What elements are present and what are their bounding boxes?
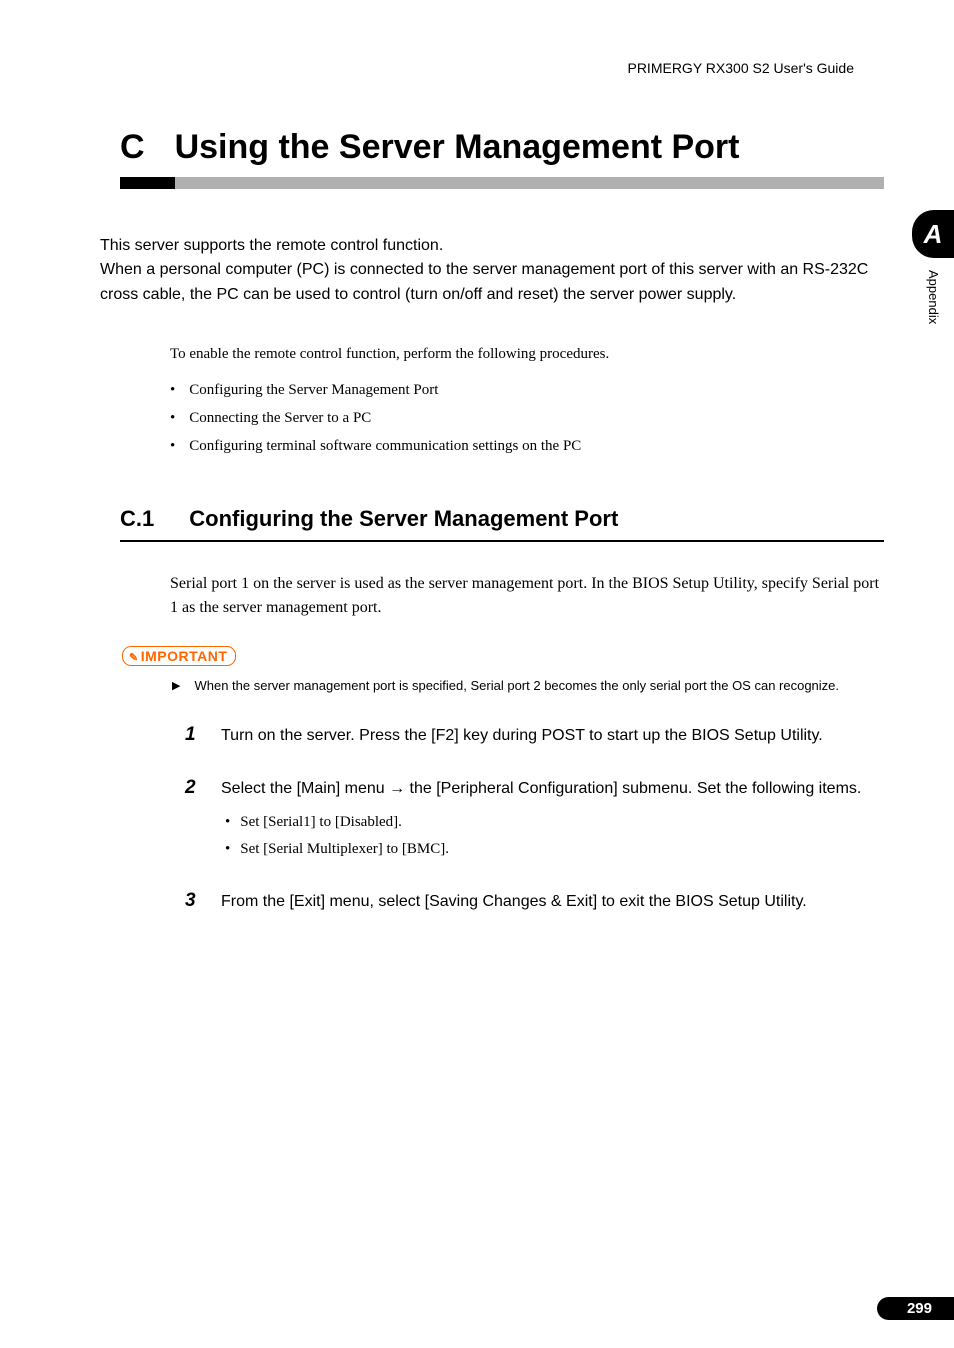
step-3: 3 From the [Exit] menu, select [Saving C… bbox=[185, 890, 884, 915]
page-number: 299 bbox=[877, 1297, 954, 1320]
section-heading: C.1 Configuring the Server Management Po… bbox=[120, 506, 884, 542]
bullet-marker: • bbox=[225, 809, 230, 835]
step-text: Select the [Main] menu → the [Peripheral… bbox=[221, 777, 861, 802]
arrow-icon: ▶ bbox=[172, 678, 180, 696]
bullet-marker: • bbox=[170, 433, 175, 461]
bullet-item: • Connecting the Server to a PC bbox=[170, 405, 884, 433]
step-1: 1 Turn on the server. Press the [F2] key… bbox=[185, 724, 884, 749]
step-number: 3 bbox=[185, 890, 201, 915]
chapter-letter: C bbox=[120, 128, 145, 167]
chapter-title: C Using the Server Management Port bbox=[120, 126, 884, 169]
title-divider bbox=[120, 177, 884, 189]
bullet-marker: • bbox=[170, 405, 175, 433]
sub-bullet-text: Set [Serial Multiplexer] to [BMC]. bbox=[240, 836, 449, 862]
important-label: ✎IMPORTANT bbox=[122, 646, 236, 666]
step-text: Turn on the server. Press the [F2] key d… bbox=[221, 724, 823, 749]
header-guide-title: PRIMERGY RX300 S2 User's Guide bbox=[70, 60, 884, 76]
pencil-icon: ✎ bbox=[129, 652, 139, 664]
bullet-text: Configuring the Server Management Port bbox=[189, 377, 438, 405]
bullet-marker: • bbox=[170, 377, 175, 405]
procedure-intro: To enable the remote control function, p… bbox=[170, 343, 884, 366]
bullet-text: Configuring terminal software communicat… bbox=[189, 433, 581, 461]
step-text: From the [Exit] menu, select [Saving Cha… bbox=[221, 890, 807, 915]
important-text: When the server management port is speci… bbox=[194, 676, 839, 696]
sub-bullet: • Set [Serial1] to [Disabled]. bbox=[225, 809, 884, 835]
bullet-list: • Configuring the Server Management Port… bbox=[170, 377, 884, 460]
important-item: ▶ When the server management port is spe… bbox=[172, 676, 884, 696]
step-number: 1 bbox=[185, 724, 201, 749]
chapter-title-text: Using the Server Management Port bbox=[175, 126, 740, 169]
side-label: Appendix bbox=[926, 270, 941, 324]
side-tab: A bbox=[912, 210, 954, 258]
intro-paragraph: This server supports the remote control … bbox=[100, 234, 874, 308]
section-number: C.1 bbox=[120, 506, 154, 532]
section-title: Configuring the Server Management Port bbox=[189, 506, 618, 532]
important-label-text: IMPORTANT bbox=[141, 648, 228, 664]
bullet-item: • Configuring terminal software communic… bbox=[170, 433, 884, 461]
step-number: 2 bbox=[185, 777, 201, 802]
sub-bullet-text: Set [Serial1] to [Disabled]. bbox=[240, 809, 402, 835]
section-body: Serial port 1 on the server is used as t… bbox=[170, 572, 884, 622]
bullet-text: Connecting the Server to a PC bbox=[189, 405, 371, 433]
step-2: 2 Select the [Main] menu → the [Peripher… bbox=[185, 777, 884, 862]
sub-bullet-list: • Set [Serial1] to [Disabled]. • Set [Se… bbox=[225, 809, 884, 862]
bullet-marker: • bbox=[225, 836, 230, 862]
bullet-item: • Configuring the Server Management Port bbox=[170, 377, 884, 405]
sub-bullet: • Set [Serial Multiplexer] to [BMC]. bbox=[225, 836, 884, 862]
important-block: ✎IMPORTANT ▶ When the server management … bbox=[122, 646, 884, 696]
